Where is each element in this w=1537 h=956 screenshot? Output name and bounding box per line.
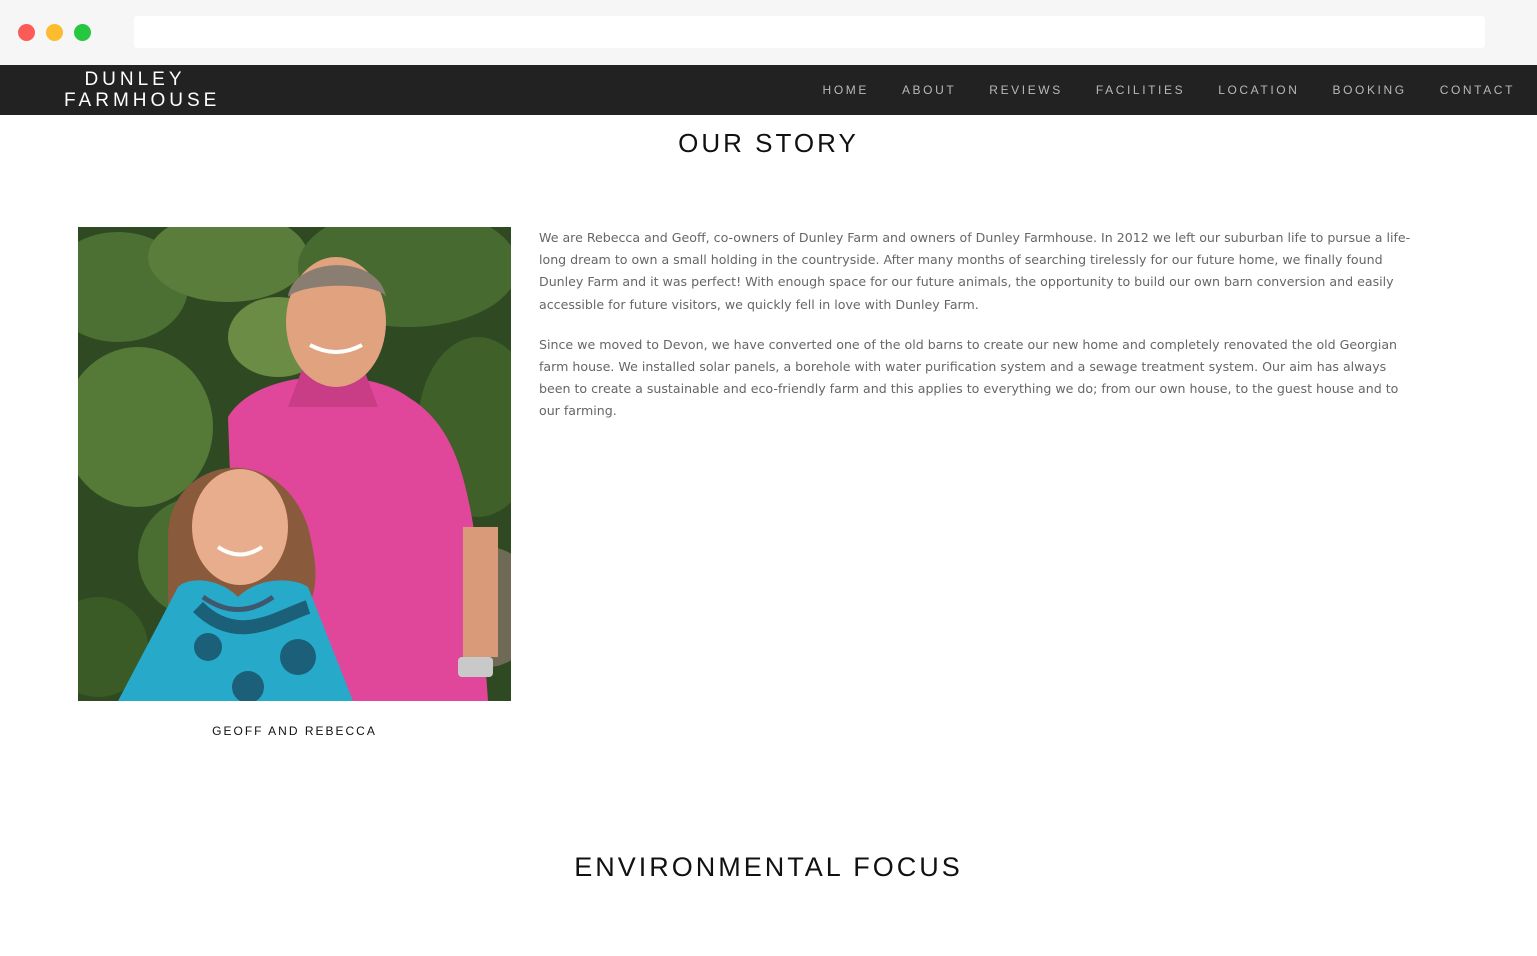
story-paragraph-1: We are Rebecca and Geoff, co-owners of D… (539, 230, 1411, 312)
story-text: We are Rebecca and Geoff, co-owners of D… (539, 227, 1419, 441)
site-logo[interactable]: DUNLEY FARMHOUSE (64, 69, 221, 111)
close-window-button[interactable] (18, 24, 35, 41)
browser-toolbar (0, 0, 1537, 65)
owners-photo (78, 227, 511, 701)
nav-about[interactable]: ABOUT (902, 83, 956, 97)
logo-line-1: DUNLEY (84, 69, 186, 90)
logo-line-2: FARMHOUSE (64, 90, 221, 111)
nav-facilities[interactable]: FACILITIES (1096, 83, 1185, 97)
site-navbar: DUNLEY FARMHOUSE HOME ABOUT REVIEWS FACI… (0, 65, 1537, 115)
maximize-window-button[interactable] (74, 24, 91, 41)
nav-reviews[interactable]: REVIEWS (989, 83, 1063, 97)
address-bar[interactable] (134, 16, 1485, 48)
environmental-focus-heading: ENVIRONMENTAL FOCUS (574, 852, 963, 882)
nav-home[interactable]: HOME (823, 83, 869, 97)
our-story-heading: OUR STORY (678, 128, 859, 158)
nav-booking[interactable]: BOOKING (1332, 83, 1406, 97)
nav-menu: HOME ABOUT REVIEWS FACILITIES LOCATION B… (823, 65, 1515, 115)
minimize-window-button[interactable] (46, 24, 63, 41)
nav-contact[interactable]: CONTACT (1440, 83, 1515, 97)
photo-caption: GEOFF AND REBECCA (212, 724, 377, 738)
nav-location[interactable]: LOCATION (1218, 83, 1299, 97)
story-paragraph-2: Since we moved to Devon, we have convert… (539, 336, 1399, 419)
